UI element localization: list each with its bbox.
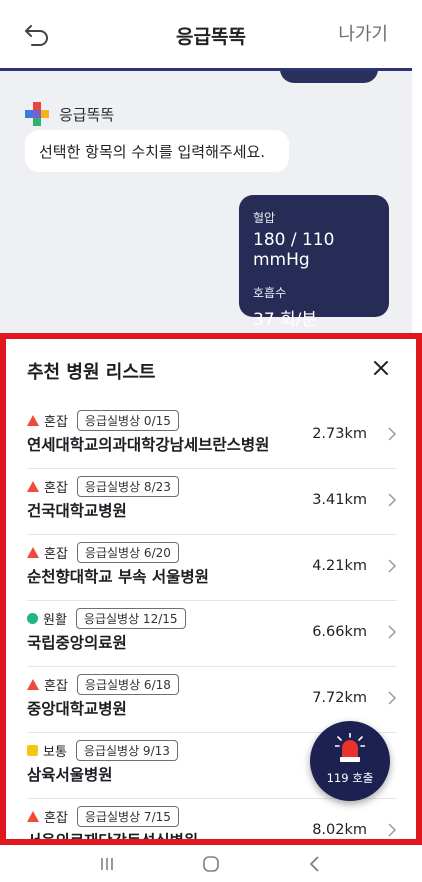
chevron-right-icon [388,427,397,441]
hospital-distance: 7.72km [312,690,367,706]
chat-area[interactable]: 응급똑똑 선택한 항목의 수치를 입력해주세요. 혈압 180 / 110 mm… [0,71,412,333]
hospital-status-row: 혼잡 응급실병상 0/15 [27,410,179,431]
back-arrow-icon[interactable] [22,20,52,50]
congestion-status: 혼잡 [44,679,68,694]
hospital-name: 국립중앙의료원 [27,634,127,652]
bot-name: 응급똑똑 [59,105,115,124]
hospital-status-row: 혼잡 응급실병상 8/23 [27,476,179,497]
vital-value: 37 회/분 [253,310,318,330]
er-bed-badge: 응급실병상 9/13 [75,740,178,761]
hospital-item[interactable]: 혼잡 응급실병상 7/15 서울의료재단강동성심병원 8.02km [27,799,397,845]
busy-triangle-icon [27,481,39,492]
congestion-status: 혼잡 [44,481,68,496]
vital-value: 180 / 110 mmHg [253,230,335,270]
hospital-name: 삼육서울병원 [27,766,113,784]
user-vitals-bubble: 혈압 180 / 110 mmHg 호흡수 37 회/분 [239,195,389,330]
call-119-button[interactable]: 119 호출 [310,721,390,801]
home-button[interactable] [201,854,221,874]
hospital-distance: 6.66km [312,624,367,640]
chevron-right-icon [388,559,397,573]
app-header: 응급똑똑 나가기 [0,0,422,70]
system-nav-bar [0,845,422,882]
recent-apps-button[interactable] [97,854,117,874]
hospital-status-row: 보통 응급실병상 9/13 [27,740,178,761]
busy-triangle-icon [27,415,39,426]
panel-header: 추천 병원 리스트 [6,339,416,399]
er-bed-badge: 응급실병상 6/18 [76,674,179,695]
er-bed-badge: 응급실병상 6/20 [76,542,179,563]
bot-message-bubble: 선택한 항목의 수치를 입력해주세요. [25,130,289,172]
normal-square-icon [27,745,38,756]
vital-label: 혈압 [253,211,276,225]
hospital-distance: 2.73km [312,426,367,442]
congestion-status: 혼잡 [44,811,68,826]
smooth-dot-icon [27,613,38,624]
home-icon [203,855,219,872]
previous-user-bubble [280,71,378,83]
chevron-right-icon [388,625,397,639]
congestion-status: 원활 [43,613,67,628]
busy-triangle-icon [27,811,39,822]
hospital-status-row: 혼잡 응급실병상 7/15 [27,806,179,827]
hospital-status-row: 혼잡 응급실병상 6/20 [27,542,179,563]
congestion-status: 보통 [43,745,67,760]
system-back-button[interactable] [305,854,325,874]
er-bed-badge: 응급실병상 8/23 [76,476,179,497]
congestion-status: 혼잡 [44,415,68,430]
header-title: 응급똑똑 [176,25,246,48]
hospital-distance: 4.21km [312,558,367,574]
panel-title: 추천 병원 리스트 [27,362,156,383]
vital-label: 호흡수 [253,286,287,300]
siren-icon [335,733,365,762]
bot-message-text: 선택한 항목의 수치를 입력해주세요. [39,142,266,161]
busy-triangle-icon [27,679,39,690]
hospital-status-row: 원활 응급실병상 12/15 [27,608,186,629]
close-icon[interactable] [373,360,389,376]
chevron-right-icon [388,691,397,705]
hospital-name: 순천향대학교 부속 서울병원 [27,568,209,586]
hospital-name: 중앙대학교병원 [27,700,127,718]
hospital-item[interactable]: 혼잡 응급실병상 8/23 건국대학교병원 3.41km [27,469,397,535]
hospital-item[interactable]: 혼잡 응급실병상 6/20 순천향대학교 부속 서울병원 4.21km [27,535,397,601]
hospital-distance: 3.41km [312,492,367,508]
hospital-name: 연세대학교의과대학강남세브란스병원 [27,436,270,454]
back-chevron-icon [309,855,319,872]
app-screen: 응급똑똑 나가기 응급똑똑 선택한 항목의 수치를 입력해주세요. 혈압 180… [0,0,422,882]
hospital-item[interactable]: 원활 응급실병상 12/15 국립중앙의료원 6.66km [27,601,397,667]
hospital-status-row: 혼잡 응급실병상 6/18 [27,674,179,695]
recent-apps-icon [101,857,113,870]
hospital-distance: 8.02km [312,822,367,838]
medical-cross-logo-icon [25,102,49,126]
bot-header: 응급똑똑 [25,102,114,126]
er-bed-badge: 응급실병상 7/15 [76,806,179,827]
hospital-name: 건국대학교병원 [27,502,127,520]
hospital-item[interactable]: 혼잡 응급실병상 0/15 연세대학교의과대학강남세브란스병원 2.73km [27,403,397,469]
hospital-name: 서울의료재단강동성심병원 [27,832,199,845]
chevron-right-icon [388,493,397,507]
er-bed-badge: 응급실병상 12/15 [75,608,186,629]
chevron-right-icon [388,823,397,837]
call-119-label: 119 호출 [326,771,374,785]
er-bed-badge: 응급실병상 0/15 [76,410,179,431]
busy-triangle-icon [27,547,39,558]
congestion-status: 혼잡 [44,547,68,562]
exit-button[interactable]: 나가기 [338,20,388,46]
